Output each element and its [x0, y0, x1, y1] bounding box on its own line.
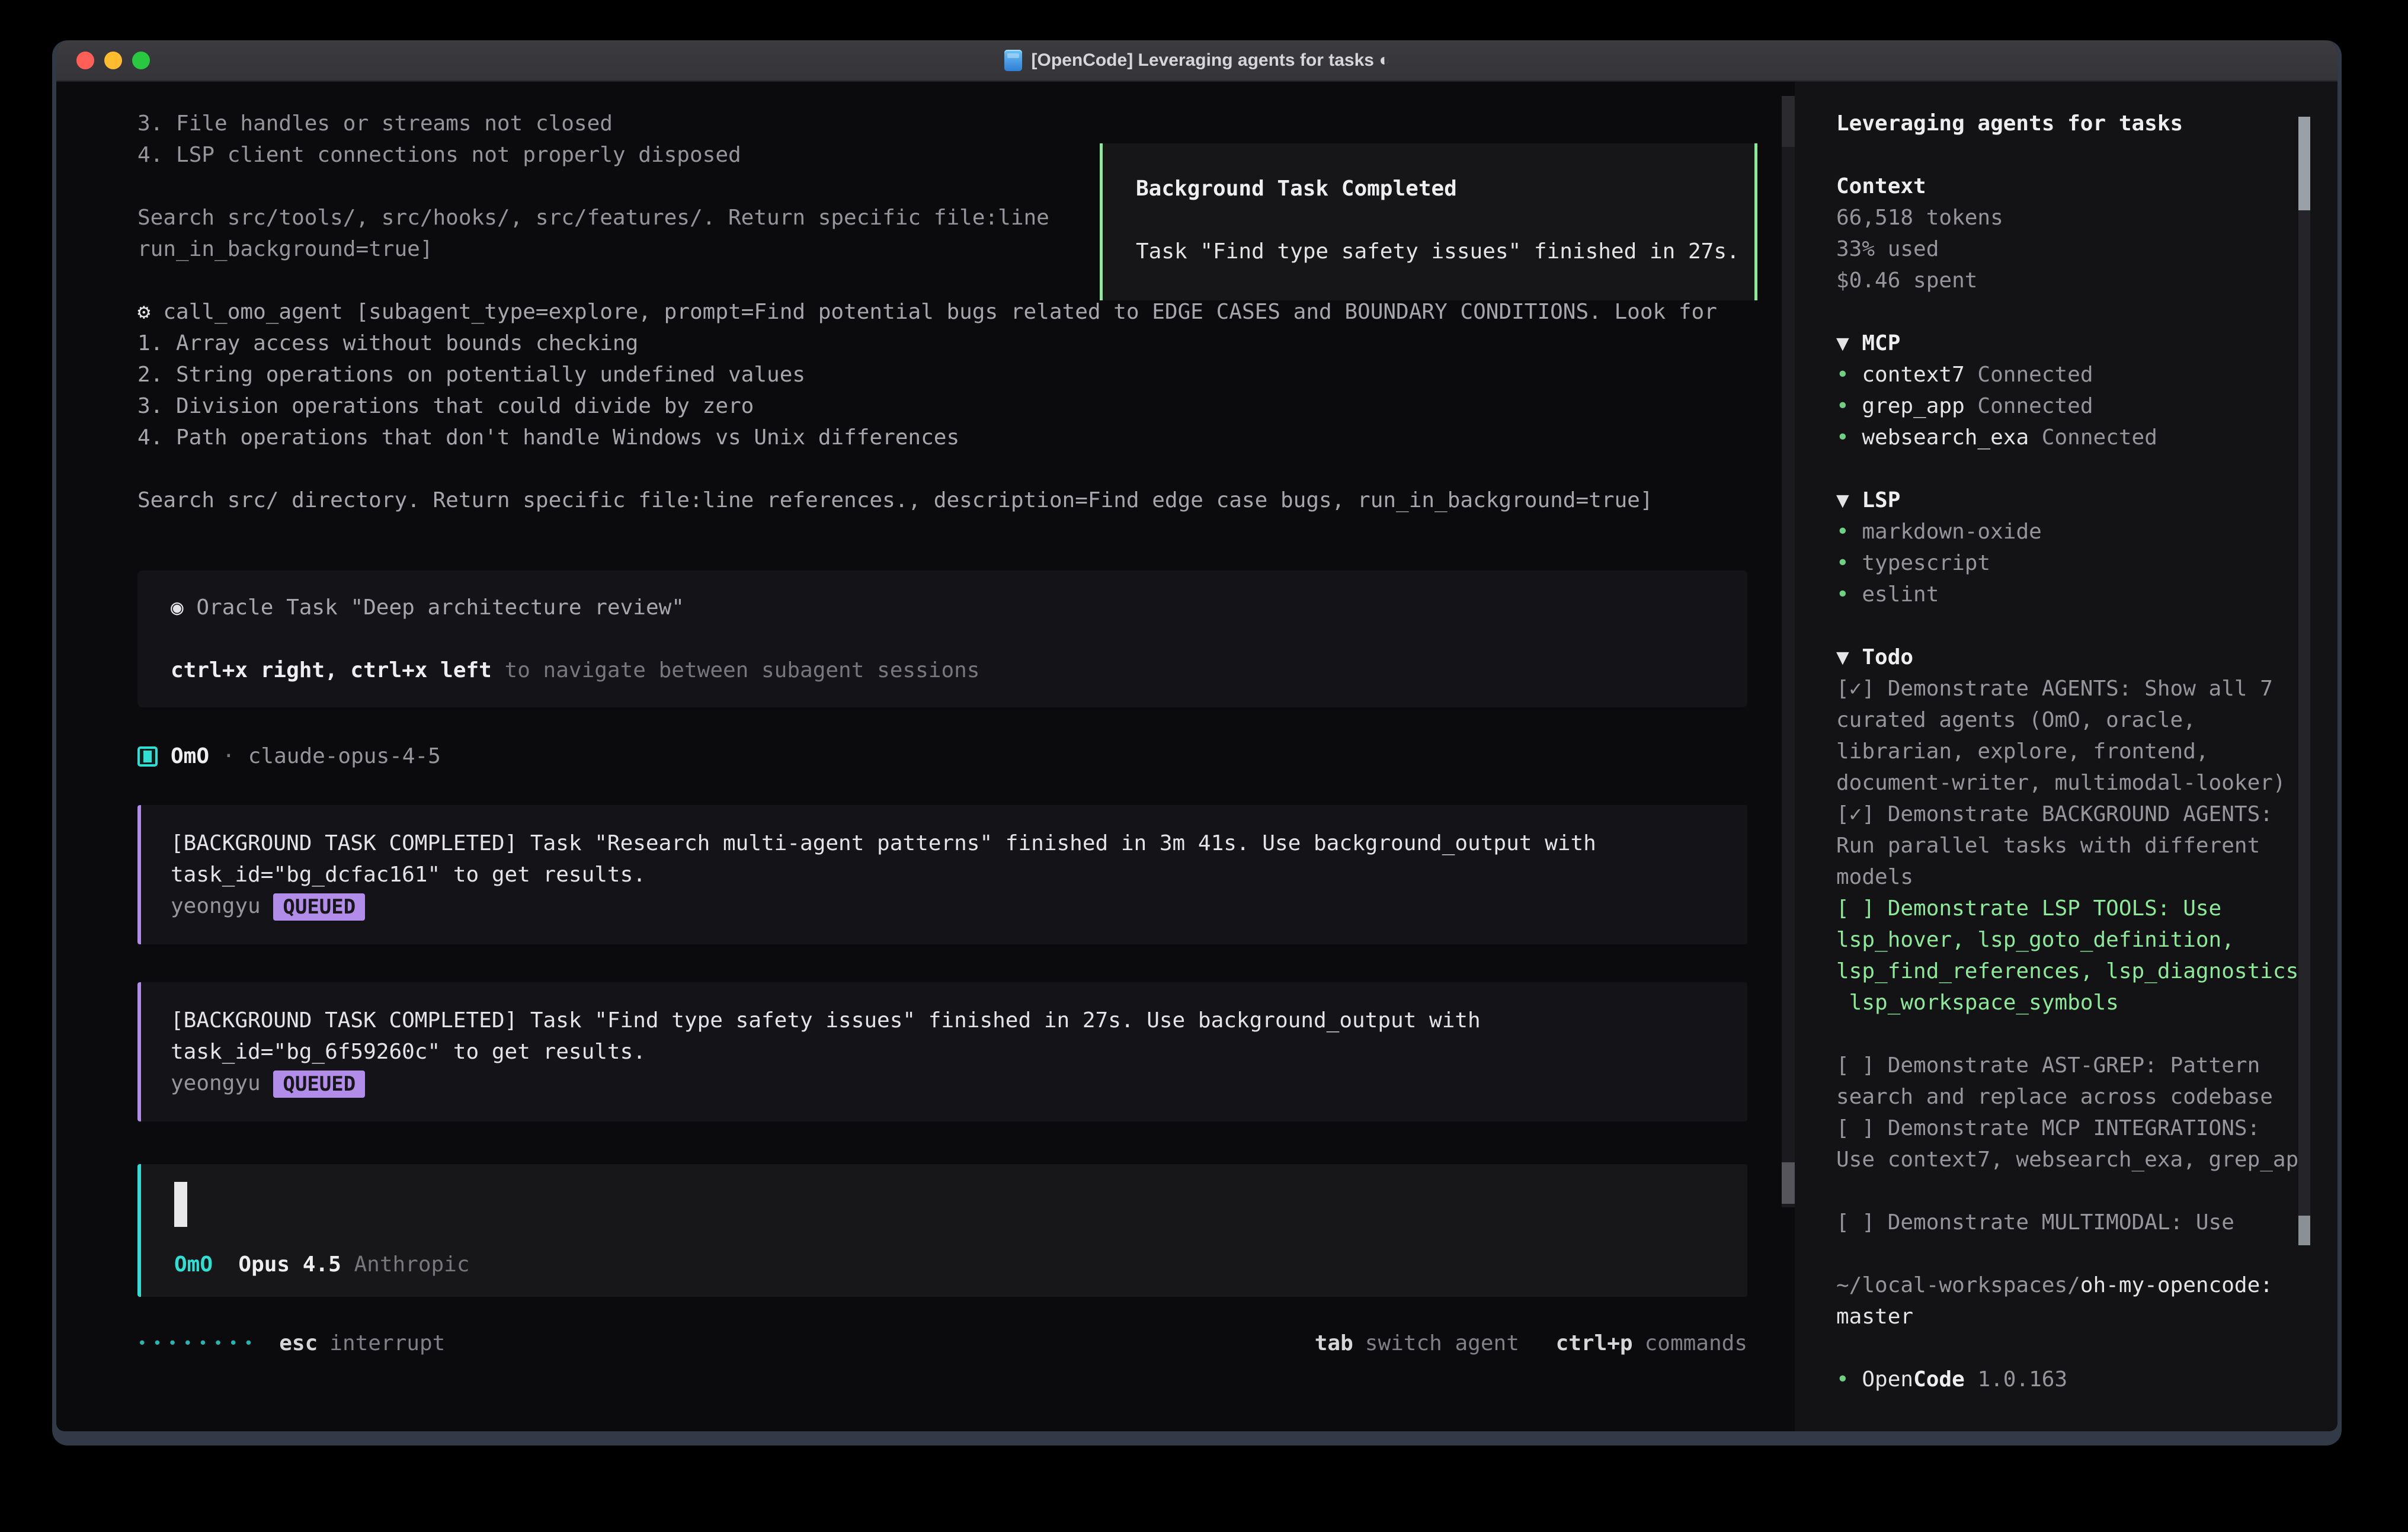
agent-header: OmO · claude-opus-4-5	[137, 741, 1747, 772]
sidebar-scrollbar-end[interactable]	[2298, 1216, 2310, 1245]
main-scrollbar-track[interactable]	[1782, 96, 1795, 1207]
esc-key-label: interrupt	[329, 1331, 445, 1355]
agent-separator: ·	[222, 744, 235, 768]
input-agent-label: OmO	[174, 1252, 213, 1277]
document-icon	[1004, 50, 1022, 71]
main-scrollbar-thumb[interactable]	[1782, 1162, 1795, 1204]
traffic-lights	[76, 52, 150, 69]
ctrlp-key-hint: ctrl+p	[1556, 1331, 1633, 1355]
task-2-lines: [BACKGROUND TASK COMPLETED] Task "Find t…	[171, 1005, 1747, 1099]
input-provider-label: Anthropic	[354, 1252, 469, 1277]
app-window: [OpenCode] Leveraging agents for tasks ◐…	[52, 40, 2342, 1446]
agent-checkbox-icon	[137, 746, 158, 767]
model-row: OmO Opus 4.5 Anthropic	[174, 1249, 470, 1280]
notification-body: Task "Find type safety issues" finished …	[1136, 239, 1740, 264]
background-task-block-1: [BACKGROUND TASK COMPLETED] Task "Resear…	[137, 805, 1747, 944]
title-bar: [OpenCode] Leveraging agents for tasks ◐	[56, 40, 2337, 82]
esc-key-hint: esc	[279, 1331, 318, 1355]
terminal-main-pane: Background Task Completed Task "Find typ…	[56, 82, 1795, 1431]
tab-key-label: switch agent	[1365, 1331, 1519, 1355]
sidebar-lines: Leveraging agents for tasks Context66,51…	[1836, 108, 2337, 1395]
close-button[interactable]	[76, 52, 94, 69]
session-sidebar: Leveraging agents for tasks Context66,51…	[1795, 82, 2337, 1431]
main-scrollbar-thumb-top[interactable]	[1782, 96, 1795, 147]
prompt-input[interactable]: OmO Opus 4.5 Anthropic	[137, 1164, 1747, 1297]
agent-name: OmO	[171, 744, 209, 768]
text-cursor	[174, 1182, 187, 1227]
background-task-block-2: [BACKGROUND TASK COMPLETED] Task "Find t…	[137, 982, 1747, 1121]
minimize-button[interactable]	[104, 52, 122, 69]
tab-key-hint: tab	[1315, 1331, 1353, 1355]
input-model-label: Opus 4.5	[238, 1252, 341, 1277]
background-task-notification: Background Task Completed Task "Find typ…	[1100, 143, 1757, 300]
sidebar-scrollbar-thumb[interactable]	[2298, 117, 2310, 210]
oracle-task-box: ◉ Oracle Task "Deep architecture review"…	[137, 571, 1747, 707]
task-1-lines: [BACKGROUND TASK COMPLETED] Task "Resear…	[171, 828, 1747, 922]
status-bar: •••••••• esc interrupt tab switch agent …	[137, 1328, 1747, 1359]
notification-title: Background Task Completed	[1136, 177, 1457, 201]
agent-model: claude-opus-4-5	[248, 744, 441, 768]
sidebar-scrollbar-track[interactable]	[2298, 117, 2310, 1245]
spinner-dots: ••••••••	[137, 1335, 259, 1352]
zoom-button[interactable]	[132, 52, 150, 69]
window-title: [OpenCode] Leveraging agents for tasks ◐	[1032, 50, 1390, 70]
oracle-task-lines: ◉ Oracle Task "Deep architecture review"…	[171, 592, 1714, 686]
ctrlp-key-label: commands	[1645, 1331, 1747, 1355]
